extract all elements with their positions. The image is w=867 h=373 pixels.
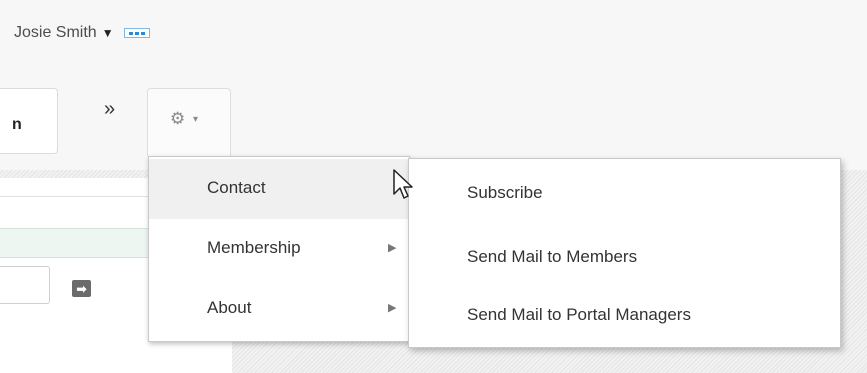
go-arrow-button[interactable]: ➡ [72,280,91,297]
toolbar-tab[interactable] [0,88,58,154]
submenu-item-label: Subscribe [467,183,543,202]
menu-item-membership[interactable]: Membership ▶ [149,219,409,279]
submenu-arrow-icon: ▶ [388,302,397,314]
submenu-arrow-icon: ▶ [388,242,397,254]
submenu-item-subscribe[interactable]: Subscribe [409,163,840,221]
mouse-pointer-icon [393,169,413,199]
toolbar-tab-label: n [12,116,22,133]
gear-icon: ⚙ [170,109,186,128]
menu-item-about[interactable]: About ▶ [149,279,409,339]
arrow-right-icon: ➡ [76,281,87,296]
menu-item-label: Contact [207,178,266,197]
menu-item-label: About [207,298,252,317]
more-options-icon[interactable] [123,28,150,38]
submenu-item-send-mail-portal-managers[interactable]: Send Mail to Portal Managers [409,285,840,343]
settings-dropdown-menu: Contact Membership ▶ About ▶ [148,156,410,342]
chevron-down-icon: ▾ [193,114,199,125]
user-dropdown-caret-icon[interactable]: ▼ [102,26,114,40]
user-menu[interactable]: Josie Smith ▼ [0,21,150,45]
contact-submenu: Subscribe Send Mail to Members Send Mail… [408,158,841,348]
text-input[interactable] [0,266,50,304]
menu-item-contact[interactable]: Contact [149,159,409,219]
settings-menu-button[interactable] [147,88,231,156]
submenu-item-label: Send Mail to Portal Managers [467,305,691,324]
submenu-item-send-mail-members[interactable]: Send Mail to Members [409,227,840,285]
user-name[interactable]: Josie Smith [0,24,97,42]
overflow-chevron-icon[interactable]: » [104,98,115,121]
menu-item-label: Membership [207,238,301,257]
submenu-item-label: Send Mail to Members [467,247,638,266]
